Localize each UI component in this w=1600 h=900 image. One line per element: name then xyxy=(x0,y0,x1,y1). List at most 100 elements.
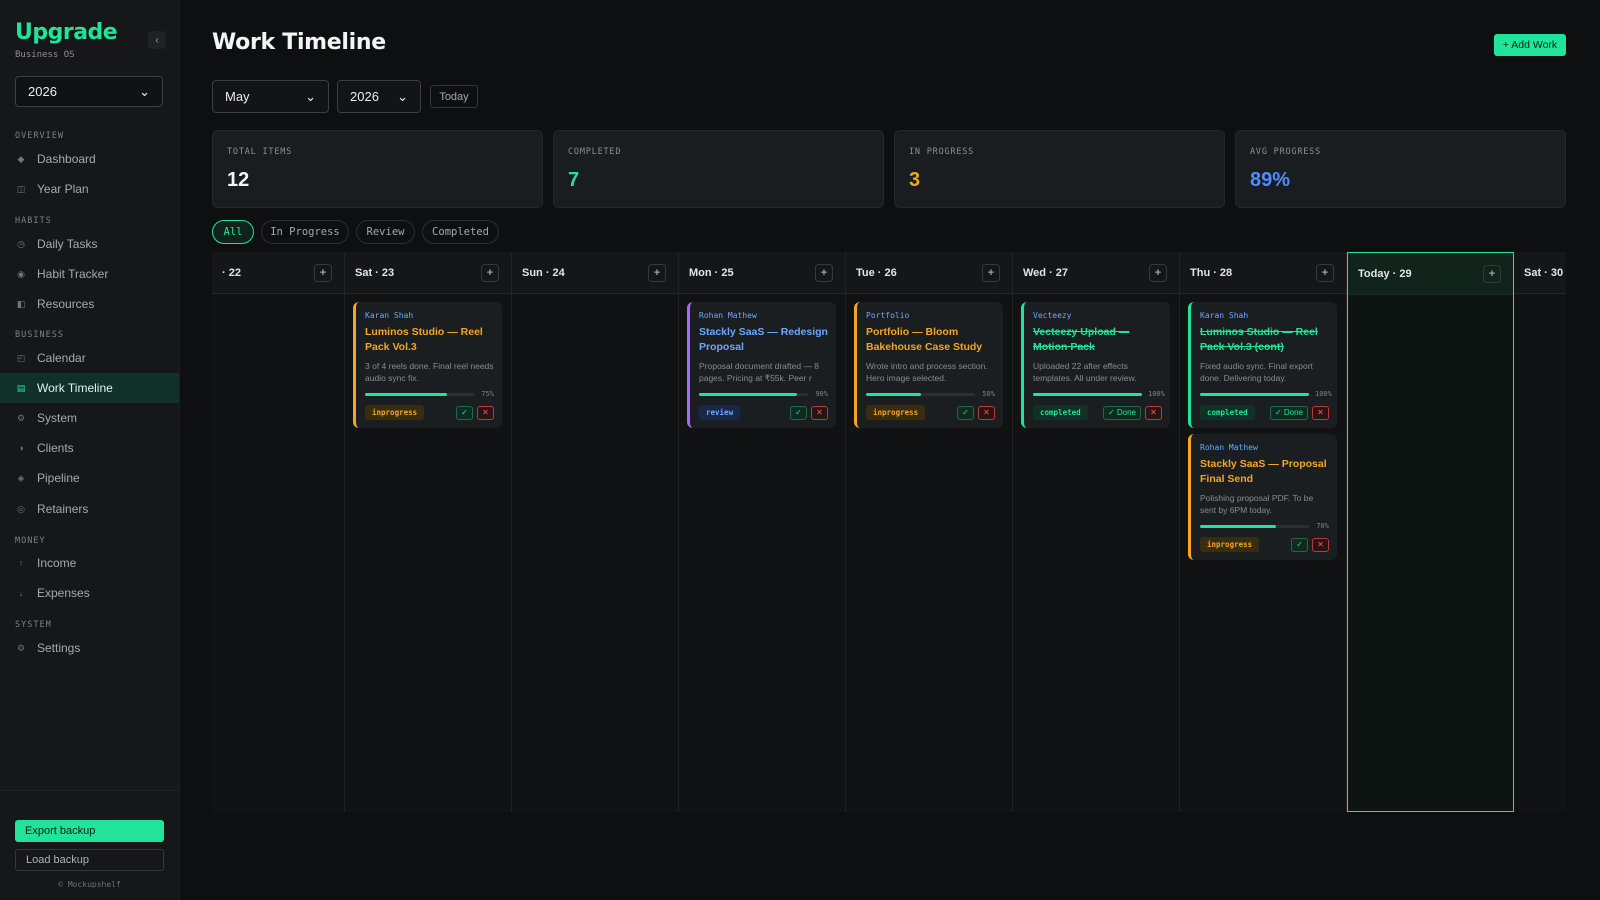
sidebar-item-system[interactable]: ⚙ System xyxy=(0,403,179,433)
done-button[interactable]: ✓ Done xyxy=(1269,405,1308,420)
add-item-button[interactable]: + xyxy=(815,264,833,282)
sidebar-item-daily-tasks[interactable]: ◷ Daily Tasks xyxy=(0,229,179,259)
chevron-down-icon: ⌄ xyxy=(305,88,316,104)
day-column-header: Mon · 25 + xyxy=(679,252,845,294)
load-backup-button[interactable]: Load backup xyxy=(15,849,164,871)
page-title: Work Timeline xyxy=(212,30,386,55)
system-icon: ⚙ xyxy=(16,412,26,423)
stat-in-progress: IN PROGRESS 3 xyxy=(894,130,1225,208)
progress-fill xyxy=(1033,392,1142,396)
sidebar-item-settings[interactable]: ⚙ Settings xyxy=(0,633,179,663)
mark-done-button[interactable]: ✓ xyxy=(790,405,807,420)
arrow-down-icon: ↓ xyxy=(18,588,24,598)
progress-percent: 100% xyxy=(1148,390,1165,398)
day-label: Sat · 23 xyxy=(355,266,395,279)
card-description: Proposal document drafted — 8 pages. Pri… xyxy=(699,361,820,383)
card-description: Fixed audio sync. Final export done. Del… xyxy=(1200,361,1313,383)
delete-button[interactable]: ✕ xyxy=(477,405,494,420)
stat-avg-progress: AVG PROGRESS 89% xyxy=(1235,130,1566,208)
work-card[interactable]: Vecteezy Vecteezy Upload — Motion Pack U… xyxy=(1021,302,1170,428)
work-card[interactable]: Rohan Mathew Stackly SaaS — Proposal Fin… xyxy=(1188,434,1337,560)
card-description: 3 of 4 reels done. Final reel needs audi… xyxy=(365,361,494,383)
mark-done-button[interactable]: ✓ xyxy=(957,405,974,420)
work-card[interactable]: Rohan Mathew Stackly SaaS — Redesign Pro… xyxy=(687,302,836,428)
day-column-header: Tue · 26 + xyxy=(846,252,1012,294)
sidebar-item-pipeline[interactable]: ◈ Pipeline xyxy=(0,463,179,493)
filter-chip-all[interactable]: All xyxy=(212,220,254,244)
add-item-button[interactable]: + xyxy=(1149,264,1167,282)
add-item-button[interactable]: + xyxy=(982,264,1000,282)
sidebar-item-work-timeline[interactable]: ▤ Work Timeline xyxy=(0,373,179,403)
work-card[interactable]: Portfolio Portfolio — Bloom Bakehouse Ca… xyxy=(854,302,1003,428)
progress-track xyxy=(866,392,975,396)
sidebar-item-dashboard[interactable]: ◆ Dashboard xyxy=(0,144,179,174)
book-icon: ◧ xyxy=(16,298,26,309)
day-column: · 22 + xyxy=(212,252,345,812)
target-icon: ◉ xyxy=(17,268,25,279)
sidebar-item-year-plan[interactable]: ◫ Year Plan xyxy=(0,174,179,204)
card-title: Luminos Studio — Reel Pack Vol.3 xyxy=(365,326,483,353)
progress-percent: 75% xyxy=(481,390,494,398)
sidebar-item-expenses[interactable]: ↓ Expenses xyxy=(0,578,179,608)
card-client: Vecteezy xyxy=(1033,311,1072,320)
sidebar-item-calendar[interactable]: ◰ Calendar xyxy=(0,343,179,373)
section-label-habits: HABITS xyxy=(15,216,52,226)
section-label-system: SYSTEM xyxy=(15,620,52,630)
section-label-business: BUSINESS xyxy=(15,330,64,340)
delete-button[interactable]: ✕ xyxy=(1312,405,1329,420)
card-description: Uploaded 22 after effects templates. All… xyxy=(1033,361,1137,383)
progress-track xyxy=(699,392,808,396)
filter-chip-review[interactable]: Review xyxy=(356,220,415,244)
mark-done-button[interactable]: ✓ xyxy=(1291,537,1308,552)
add-item-button[interactable]: + xyxy=(648,264,666,282)
sidebar-item-label: Settings xyxy=(37,641,81,655)
day-label: Mon · 25 xyxy=(689,266,734,279)
card-progress: 90% xyxy=(699,390,828,398)
sidebar-item-retainers[interactable]: ◎ Retainers xyxy=(0,494,179,524)
add-item-button[interactable]: + xyxy=(314,264,332,282)
sidebar: Upgrade Business OS ‹ 2026 ⌄ OVERVIEW ◆ D… xyxy=(0,0,180,900)
progress-track xyxy=(1200,524,1309,528)
card-footer: completed ✓ Done ✕ xyxy=(1033,405,1162,420)
day-label: Thu · 28 xyxy=(1190,266,1233,279)
add-item-button[interactable]: + xyxy=(481,264,499,282)
filter-chip-completed[interactable]: Completed xyxy=(422,220,499,244)
card-client: Rohan Mathew xyxy=(699,311,757,320)
add-item-button[interactable]: + xyxy=(1483,265,1501,283)
sidebar-item-resources[interactable]: ◧ Resources xyxy=(0,289,179,319)
year-filter-select[interactable]: 2026 ⌄ xyxy=(337,80,421,113)
delete-button[interactable]: ✕ xyxy=(1312,537,1329,552)
progress-percent: 50% xyxy=(982,390,995,398)
day-label: Sun · 24 xyxy=(522,266,565,279)
today-button[interactable]: Today xyxy=(430,85,478,108)
add-item-button[interactable]: + xyxy=(1316,264,1334,282)
delete-button[interactable]: ✕ xyxy=(978,405,995,420)
work-card[interactable]: Karan Shah Luminos Studio — Reel Pack Vo… xyxy=(1188,302,1337,428)
done-button[interactable]: ✓ Done xyxy=(1102,405,1141,420)
clients-icon: ◑ xyxy=(18,443,24,453)
progress-fill xyxy=(699,392,798,396)
sidebar-item-clients[interactable]: ◑ Clients xyxy=(0,433,179,463)
sidebar-item-income[interactable]: ↑ Income xyxy=(0,548,179,578)
delete-button[interactable]: ✕ xyxy=(811,405,828,420)
export-backup-button[interactable]: Export backup xyxy=(15,820,164,842)
sidebar-item-label: Resources xyxy=(37,297,95,311)
settings-icon: ⚙ xyxy=(16,642,26,653)
sidebar-item-label: System xyxy=(37,411,78,425)
work-card[interactable]: Karan Shah Luminos Studio — Reel Pack Vo… xyxy=(353,302,502,428)
mark-done-button[interactable]: ✓ xyxy=(456,405,473,420)
progress-fill xyxy=(866,392,921,396)
stat-completed: COMPLETED 7 xyxy=(553,130,884,208)
year-select[interactable]: 2026 ⌄ xyxy=(15,76,163,107)
collapse-sidebar-button[interactable]: ‹ xyxy=(148,31,166,49)
sidebar-item-habit-tracker[interactable]: ◉ Habit Tracker xyxy=(0,259,179,289)
sidebar-item-label: Expenses xyxy=(37,586,90,600)
card-progress: 50% xyxy=(866,390,995,398)
delete-button[interactable]: ✕ xyxy=(1145,405,1162,420)
filter-chip-in-progress[interactable]: In Progress xyxy=(261,220,349,244)
card-client: Portfolio xyxy=(866,311,910,320)
add-work-button[interactable]: + Add Work xyxy=(1494,34,1566,56)
progress-fill xyxy=(1200,524,1277,528)
day-column-header: Thu · 28 + xyxy=(1180,252,1346,294)
month-select[interactable]: May ⌄ xyxy=(212,80,329,113)
